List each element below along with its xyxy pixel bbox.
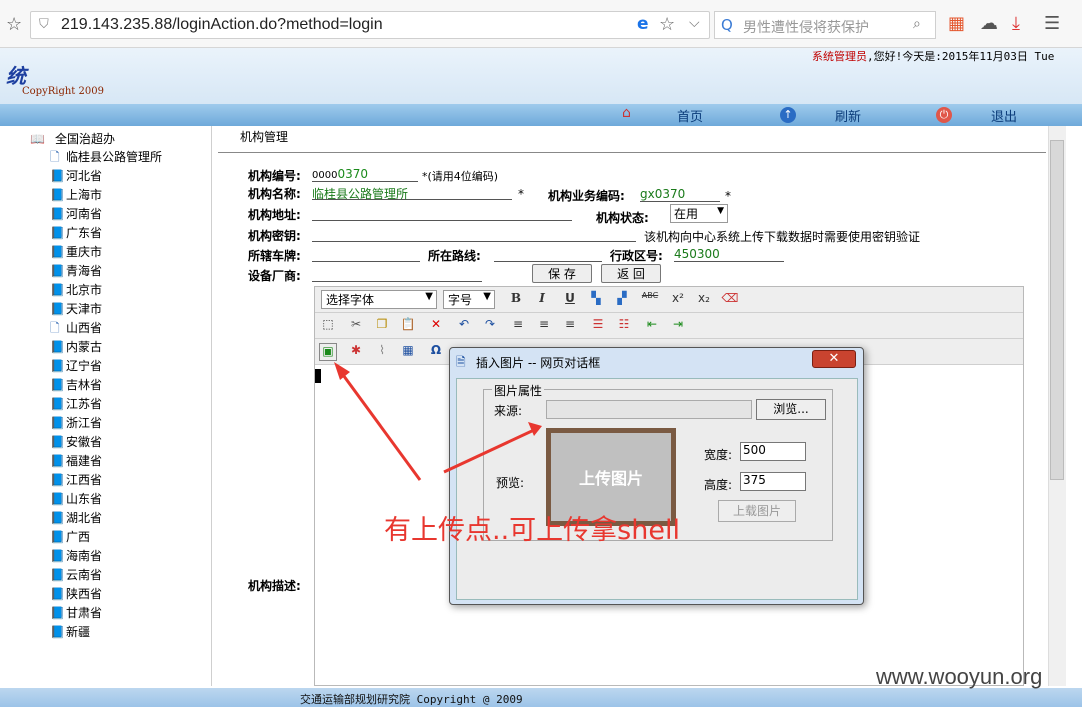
annotation-text: 有上传点..可上传拿shell (384, 515, 680, 546)
annotation-arrow-dialog (443, 422, 542, 474)
